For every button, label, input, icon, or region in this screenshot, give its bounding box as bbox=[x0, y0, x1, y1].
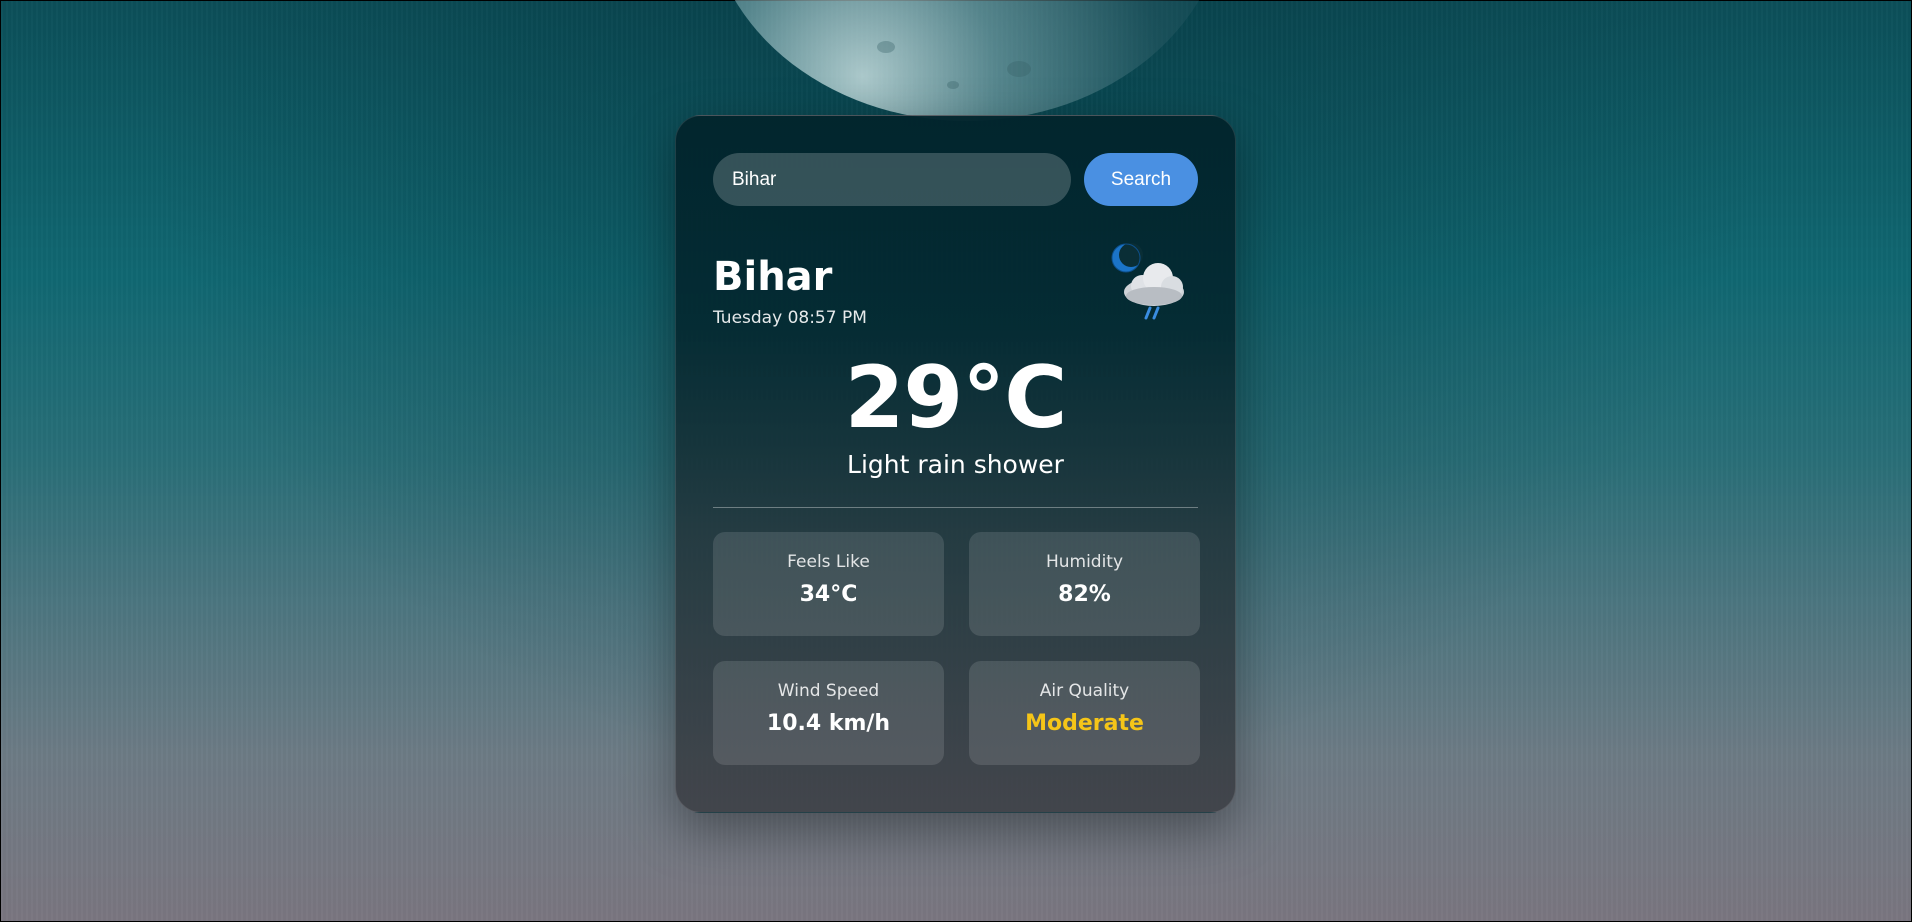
search-input[interactable] bbox=[713, 153, 1071, 206]
moon-background bbox=[707, 0, 1227, 121]
divider bbox=[713, 507, 1198, 508]
air-quality-value: Moderate bbox=[1025, 711, 1144, 736]
tile-value: 82% bbox=[1058, 582, 1111, 607]
tile-label: Wind Speed bbox=[777, 681, 880, 701]
search-button[interactable]: Search bbox=[1084, 153, 1198, 206]
feels-like-tile: Feels Like 34°C bbox=[713, 532, 944, 636]
temperature: 29°C bbox=[844, 348, 1068, 448]
tile-value: 34°C bbox=[799, 582, 858, 607]
weather-card: Search Bihar Tuesday 08:57 PM 29°C Light… bbox=[675, 115, 1236, 813]
weather-condition: Light rain shower bbox=[847, 450, 1064, 479]
details-grid: Feels Like 34°C Humidity 82% Wind Speed … bbox=[713, 532, 1200, 765]
wind-speed-tile: Wind Speed 10.4 km/h bbox=[713, 661, 944, 765]
location-header: Bihar Tuesday 08:57 PM bbox=[713, 243, 1198, 334]
search-bar: Search bbox=[713, 153, 1198, 206]
moon-cloud-rain-icon bbox=[1111, 243, 1184, 320]
air-quality-tile: Air Quality Moderate bbox=[969, 661, 1200, 765]
humidity-tile: Humidity 82% bbox=[969, 532, 1200, 636]
tile-label: Humidity bbox=[1045, 552, 1124, 572]
tile-label: Feels Like bbox=[787, 552, 870, 572]
tile-value: 10.4 km/h bbox=[766, 711, 891, 736]
tile-label: Air Quality bbox=[1039, 681, 1130, 701]
